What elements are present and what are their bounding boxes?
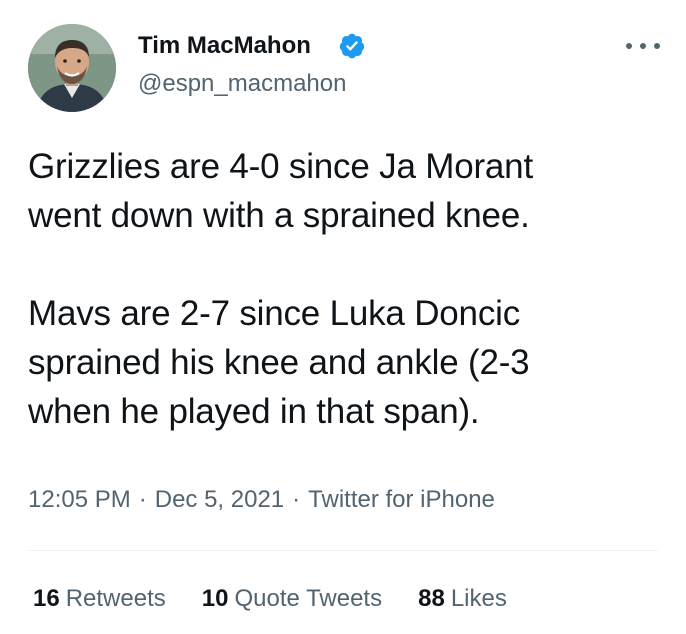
likes-label: Likes xyxy=(450,585,507,612)
quote-tweets-count: 10 xyxy=(201,585,229,612)
tweet-paragraph: Mavs are 2-7 since Luka Doncic sprained … xyxy=(28,294,530,431)
avatar[interactable] xyxy=(28,24,116,112)
separator: · xyxy=(292,486,301,513)
author-name[interactable]: Tim MacMahon xyxy=(138,32,311,60)
tweet-source[interactable]: Twitter for iPhone xyxy=(308,486,495,513)
retweets-label: Retweets xyxy=(65,585,166,612)
engagement-stats: 16 Retweets 10 Quote Tweets 88 Likes xyxy=(33,585,543,613)
verified-badge-icon xyxy=(339,33,365,59)
quote-tweets-label: Quote Tweets xyxy=(234,585,383,612)
retweets-stat[interactable]: 16 Retweets xyxy=(33,585,166,613)
dot xyxy=(626,43,632,49)
retweets-count: 16 xyxy=(33,585,60,612)
avatar-image xyxy=(28,24,116,112)
likes-count: 88 xyxy=(418,585,445,612)
tweet-card: Tim MacMahon @espn_macmahon Grizzlies ar… xyxy=(0,0,686,634)
tweet-paragraph: Grizzlies are 4-0 since Ja Morant went d… xyxy=(28,147,533,235)
tweet-text: Grizzlies are 4-0 since Ja Morant went d… xyxy=(28,142,668,436)
separator: · xyxy=(138,486,147,513)
tweet-date[interactable]: Dec 5, 2021 xyxy=(155,486,284,513)
dot xyxy=(640,43,646,49)
likes-stat[interactable]: 88 Likes xyxy=(418,585,507,613)
quote-tweets-stat[interactable]: 10 Quote Tweets xyxy=(202,585,382,613)
tweet-metadata: 12:05 PM · Dec 5, 2021 · Twitter for iPhone xyxy=(28,486,495,514)
tweet-time[interactable]: 12:05 PM xyxy=(28,486,131,513)
more-horizontal-icon[interactable] xyxy=(626,36,660,56)
author-handle[interactable]: @espn_macmahon xyxy=(138,70,346,98)
dot xyxy=(654,43,660,49)
divider xyxy=(28,550,658,551)
